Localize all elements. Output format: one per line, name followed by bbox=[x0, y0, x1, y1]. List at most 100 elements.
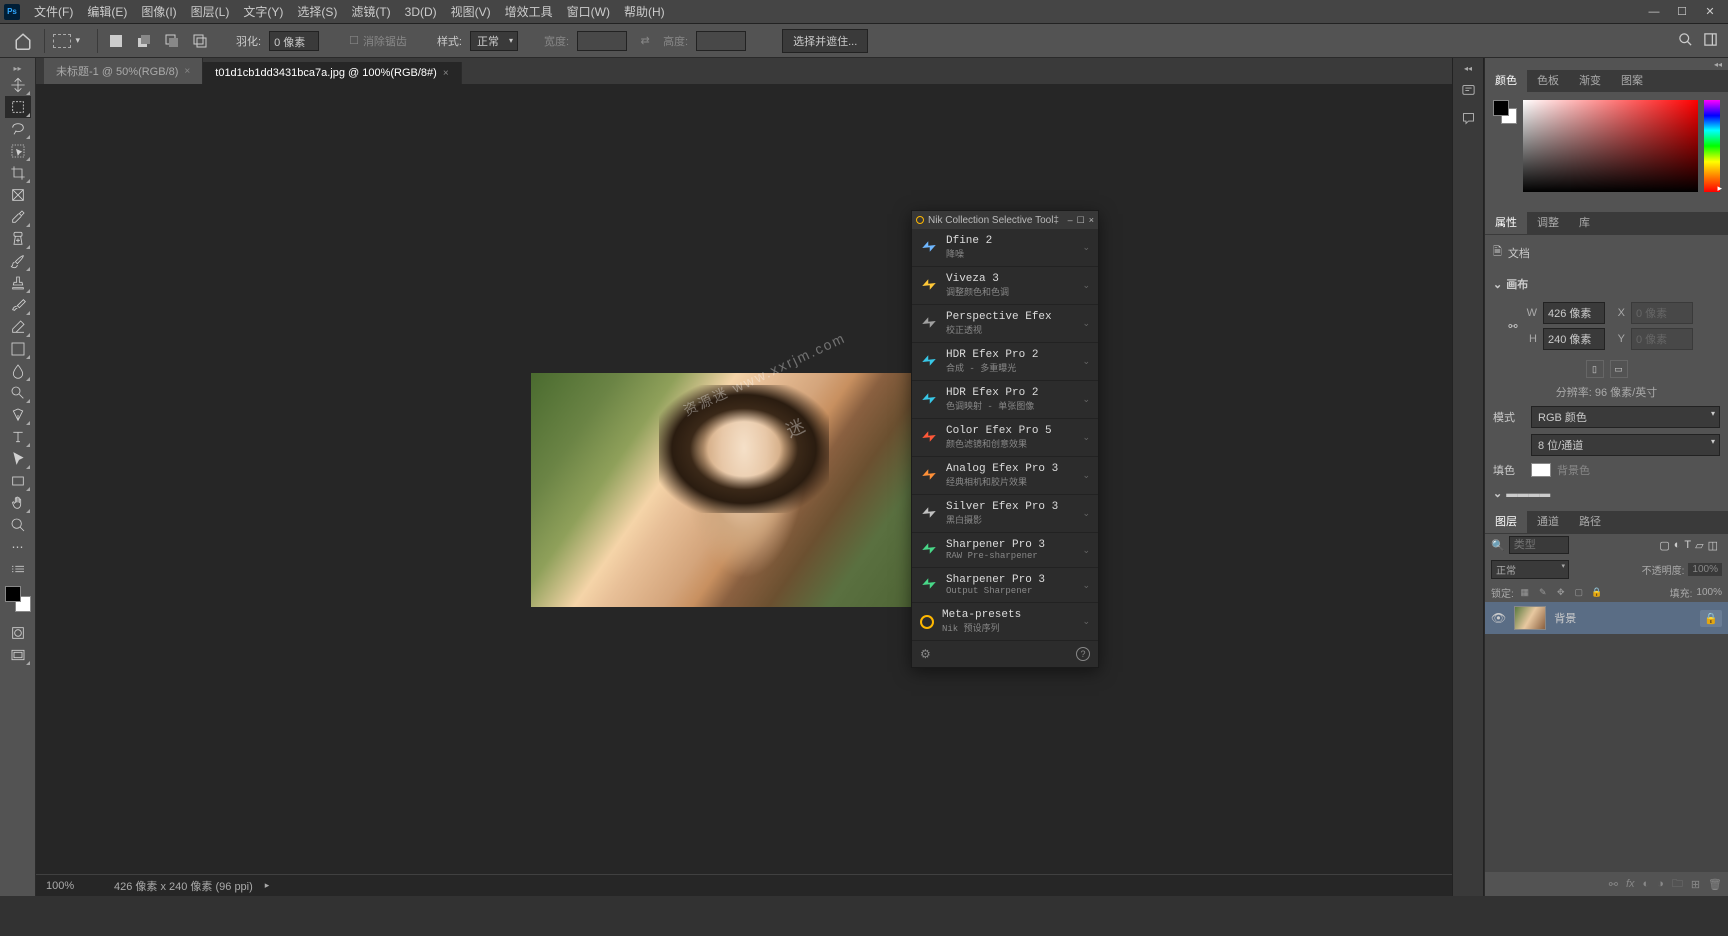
nik-item-5[interactable]: Color Efex Pro 5颜色滤镜和创意效果 ⌄ bbox=[912, 419, 1098, 457]
tab-swatches[interactable]: 色板 bbox=[1527, 68, 1569, 92]
window-close-button[interactable]: ✕ bbox=[1696, 2, 1724, 22]
brush-tool[interactable] bbox=[5, 250, 31, 272]
selection-subtract-icon[interactable] bbox=[162, 31, 182, 51]
lock-pixels-icon[interactable]: ▦ bbox=[1518, 586, 1532, 600]
chat-icon[interactable] bbox=[1456, 106, 1480, 130]
tab-gradients[interactable]: 渐变 bbox=[1569, 68, 1611, 92]
document-tab-1[interactable]: 未标题-1 @ 50%(RGB/8)× bbox=[44, 58, 203, 84]
menu-plugins[interactable]: 增效工具 bbox=[499, 0, 559, 23]
canvas-section-toggle[interactable]: ⌄画布 bbox=[1493, 276, 1720, 292]
tab-color[interactable]: 颜色 bbox=[1485, 68, 1527, 92]
edit-toolbar-icon[interactable] bbox=[5, 558, 31, 580]
comments-icon[interactable] bbox=[1456, 78, 1480, 102]
height-value[interactable]: 240 像素 bbox=[1543, 328, 1605, 350]
tab-channels[interactable]: 通道 bbox=[1527, 509, 1569, 533]
lock-all-icon[interactable]: 🔒 bbox=[1590, 586, 1604, 600]
nik-item-7[interactable]: Silver Efex Pro 3黑白摄影 ⌄ bbox=[912, 495, 1098, 533]
chevron-down-icon[interactable]: ⌄ bbox=[1082, 394, 1090, 405]
chevron-down-icon[interactable]: ⌄ bbox=[1082, 242, 1090, 253]
filter-shape-icon[interactable]: ▱ bbox=[1695, 539, 1703, 552]
landscape-icon[interactable]: ▭ bbox=[1610, 360, 1628, 378]
nik-item-9[interactable]: Sharpener Pro 3Output Sharpener ⌄ bbox=[912, 568, 1098, 603]
nik-item-6[interactable]: Analog Efex Pro 3经典相机和胶片效果 ⌄ bbox=[912, 457, 1098, 495]
link-wh-icon[interactable]: ⚯ bbox=[1507, 320, 1519, 333]
fill-swatch[interactable] bbox=[1531, 463, 1551, 477]
status-arrow-icon[interactable]: ▸ bbox=[265, 880, 270, 891]
eraser-tool[interactable] bbox=[5, 316, 31, 338]
chevron-down-icon[interactable]: ⌄ bbox=[1082, 470, 1090, 481]
menu-file[interactable]: 文件(F) bbox=[28, 0, 79, 23]
screen-mode-icon[interactable] bbox=[5, 644, 31, 666]
nik-titlebar[interactable]: Nik Collection Selective Tool‡ –☐× bbox=[912, 211, 1098, 229]
toolbox-expand-icon[interactable]: ▸▸ bbox=[13, 64, 21, 74]
tab-adjustments[interactable]: 调整 bbox=[1527, 210, 1569, 234]
selection-add-icon[interactable] bbox=[134, 31, 154, 51]
lock-position-icon[interactable]: ✥ bbox=[1554, 586, 1568, 600]
truncated-section[interactable]: ⌄▬▬▬▬ bbox=[1493, 488, 1720, 499]
menu-edit[interactable]: 编辑(E) bbox=[81, 0, 133, 23]
menu-3d[interactable]: 3D(D) bbox=[399, 2, 443, 22]
dodge-tool[interactable] bbox=[5, 382, 31, 404]
pen-tool[interactable] bbox=[5, 404, 31, 426]
depth-dropdown[interactable]: 8 位/通道 bbox=[1531, 434, 1720, 456]
path-select-tool[interactable] bbox=[5, 448, 31, 470]
hand-tool[interactable] bbox=[5, 492, 31, 514]
menu-image[interactable]: 图像(I) bbox=[135, 0, 182, 23]
help-icon[interactable]: ? bbox=[1076, 647, 1090, 661]
group-icon[interactable]: 🗀 bbox=[1672, 875, 1683, 894]
mask-icon[interactable]: ◐ bbox=[1643, 878, 1650, 890]
crop-tool[interactable] bbox=[5, 162, 31, 184]
opacity-value[interactable]: 100% bbox=[1688, 563, 1722, 576]
workspace-icon[interactable] bbox=[1703, 32, 1718, 50]
chevron-down-icon[interactable]: ⌄ bbox=[1082, 580, 1090, 591]
chevron-down-icon[interactable]: ⌄ bbox=[1082, 432, 1090, 443]
style-dropdown[interactable]: 正常 bbox=[470, 31, 518, 51]
nik-collection-panel[interactable]: Nik Collection Selective Tool‡ –☐× Dfine… bbox=[911, 210, 1099, 668]
doc-info[interactable]: 426 像素 x 240 像素 (96 ppi) bbox=[114, 878, 253, 894]
tab-library[interactable]: 库 bbox=[1569, 210, 1600, 234]
nik-close-icon[interactable]: × bbox=[1089, 215, 1094, 226]
chevron-down-icon[interactable]: ⌄ bbox=[1082, 616, 1090, 627]
healing-tool[interactable] bbox=[5, 228, 31, 250]
lasso-tool[interactable] bbox=[5, 118, 31, 140]
nik-item-8[interactable]: Sharpener Pro 3RAW Pre-sharpener ⌄ bbox=[912, 533, 1098, 568]
color-swatch[interactable] bbox=[5, 586, 31, 612]
nik-item-1[interactable]: Viveza 3调整颜色和色调 ⌄ bbox=[912, 267, 1098, 305]
menu-type[interactable]: 文字(Y) bbox=[237, 0, 289, 23]
layer-thumbnail[interactable] bbox=[1514, 606, 1546, 630]
delete-layer-icon[interactable]: 🗑 bbox=[1708, 878, 1722, 891]
nik-item-10[interactable]: Meta-presetsNik 预设序列 ⌄ bbox=[912, 603, 1098, 641]
lock-paint-icon[interactable]: ✎ bbox=[1536, 586, 1550, 600]
close-icon[interactable]: × bbox=[184, 66, 190, 77]
color-swatch[interactable] bbox=[1493, 100, 1517, 124]
chevron-down-icon[interactable]: ⌄ bbox=[1082, 318, 1090, 329]
tab-layers[interactable]: 图层 bbox=[1485, 509, 1527, 533]
type-tool[interactable] bbox=[5, 426, 31, 448]
search-icon[interactable] bbox=[1678, 32, 1693, 50]
object-select-tool[interactable] bbox=[5, 140, 31, 162]
zoom-tool[interactable] bbox=[5, 514, 31, 536]
chevron-down-icon[interactable]: ⌄ bbox=[1082, 356, 1090, 367]
color-field[interactable] bbox=[1523, 100, 1698, 192]
visibility-icon[interactable]: 👁 bbox=[1491, 611, 1506, 625]
menu-window[interactable]: 窗口(W) bbox=[561, 0, 616, 23]
blend-mode-dropdown[interactable]: 正常 bbox=[1491, 560, 1569, 579]
window-maximize-button[interactable]: ☐ bbox=[1668, 2, 1696, 22]
canvas[interactable]: 资源迷 www.xxrjm.com 迷 Nik Collection Selec… bbox=[36, 84, 1452, 896]
feather-input[interactable]: 0 像素 bbox=[269, 31, 319, 51]
tab-patterns[interactable]: 图案 bbox=[1611, 68, 1653, 92]
lock-artboard-icon[interactable]: ▢ bbox=[1572, 586, 1586, 600]
menu-view[interactable]: 视图(V) bbox=[445, 0, 497, 23]
mode-dropdown[interactable]: RGB 颜色 bbox=[1531, 406, 1720, 428]
stamp-tool[interactable] bbox=[5, 272, 31, 294]
current-tool-icon[interactable] bbox=[53, 34, 71, 48]
nik-item-4[interactable]: HDR Efex Pro 2色调映射 - 单张图像 ⌄ bbox=[912, 381, 1098, 419]
menu-layer[interactable]: 图层(L) bbox=[185, 0, 236, 23]
filter-adjust-icon[interactable]: ◐ bbox=[1674, 539, 1681, 551]
layer-filter-input[interactable] bbox=[1509, 536, 1569, 554]
settings-icon[interactable]: ⚙ bbox=[920, 647, 931, 661]
width-value[interactable]: 426 像素 bbox=[1543, 302, 1605, 324]
tab-paths[interactable]: 路径 bbox=[1569, 509, 1611, 533]
filter-pixel-icon[interactable]: ▢ bbox=[1659, 539, 1669, 552]
selection-new-icon[interactable] bbox=[106, 31, 126, 51]
